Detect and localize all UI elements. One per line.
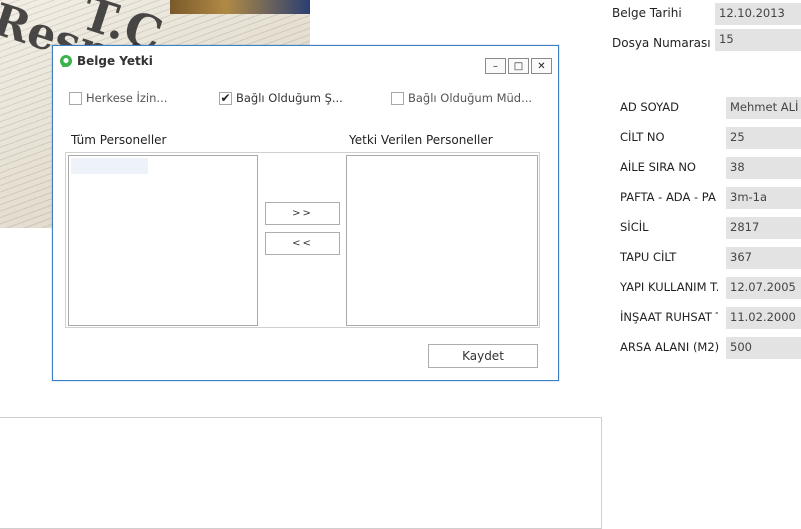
checkbox-label: Bağlı Olduğum Ş...	[236, 91, 343, 105]
dosya-numarasi-label: Dosya Numarası	[612, 36, 711, 50]
yapi-kullanim-label: YAPI KULLANIM T.	[620, 280, 718, 294]
aile-sira-no-value[interactable]: 38	[726, 157, 801, 179]
bottom-content-panel	[0, 417, 602, 529]
tum-personeller-label: Tüm Personeller	[71, 133, 167, 147]
dialog-title: Belge Yetki	[77, 54, 153, 68]
tapu-cilt-value[interactable]: 367	[726, 247, 801, 269]
maximize-button[interactable]: □	[508, 58, 529, 74]
belge-tarihi-value[interactable]: 12.10.2013	[715, 3, 801, 25]
herkese-izin-checkbox[interactable]: Herkese İzin...	[69, 91, 167, 105]
authorized-personnel-list[interactable]	[346, 155, 538, 326]
aile-sira-no-label: AİLE SIRA NO	[620, 160, 696, 174]
checkbox-label: Bağlı Olduğum Müd...	[408, 91, 533, 105]
bagli-oldugum-mudurluk-checkbox[interactable]: Bağlı Olduğum Müd...	[391, 91, 532, 105]
newspaper-color-band	[170, 0, 310, 14]
arsa-alani-label: ARSA ALANI (M2)	[620, 340, 720, 354]
checkbox-box[interactable]	[391, 91, 404, 105]
belge-tarihi-label: Belge Tarihi	[612, 6, 682, 20]
sicil-value[interactable]: 2817	[726, 217, 801, 239]
bagli-oldugum-sube-checkbox[interactable]: ✔ Bağlı Olduğum Ş...	[219, 91, 343, 105]
yapi-kullanim-value[interactable]: 12.07.2005	[726, 277, 801, 299]
checkmark-icon[interactable]: ✔	[219, 91, 232, 105]
checkbox-label: Herkese İzin...	[86, 91, 168, 105]
pafta-ada-value[interactable]: 3m-1a	[726, 187, 801, 209]
list-item[interactable]	[71, 158, 148, 174]
minimize-button[interactable]: –	[485, 58, 506, 74]
ad-soyad-label: AD SOYAD	[620, 100, 679, 114]
ad-soyad-value[interactable]: Mehmet ALİ	[726, 97, 801, 119]
dosya-numarasi-value[interactable]: 15	[715, 29, 801, 51]
pafta-ada-label: PAFTA - ADA - PA	[620, 190, 716, 204]
all-personnel-list[interactable]	[68, 155, 258, 326]
cilt-no-label: CİLT NO	[620, 130, 665, 144]
tapu-cilt-label: TAPU CİLT	[620, 250, 677, 264]
insaat-ruhsat-value[interactable]: 11.02.2000	[726, 307, 801, 329]
sicil-label: SİCİL	[620, 220, 649, 234]
add-personnel-button[interactable]: >>	[265, 202, 340, 225]
app-logo-icon	[60, 55, 72, 67]
insaat-ruhsat-label: İNŞAAT RUHSAT T.	[620, 310, 718, 324]
save-button[interactable]: Kaydet	[428, 344, 538, 368]
close-button[interactable]: ✕	[531, 58, 552, 74]
checkbox-box[interactable]	[69, 91, 82, 105]
belge-yetki-dialog: Belge Yetki – □ ✕ Herkese İzin... ✔ Bağl…	[52, 45, 559, 381]
window-controls: – □ ✕	[483, 58, 552, 74]
dialog-title-bar: Belge Yetki	[59, 54, 153, 68]
arsa-alani-value[interactable]: 500	[726, 337, 801, 359]
yetki-verilen-personeller-label: Yetki Verilen Personeller	[349, 133, 493, 147]
remove-personnel-button[interactable]: <<	[265, 232, 340, 255]
cilt-no-value[interactable]: 25	[726, 127, 801, 149]
